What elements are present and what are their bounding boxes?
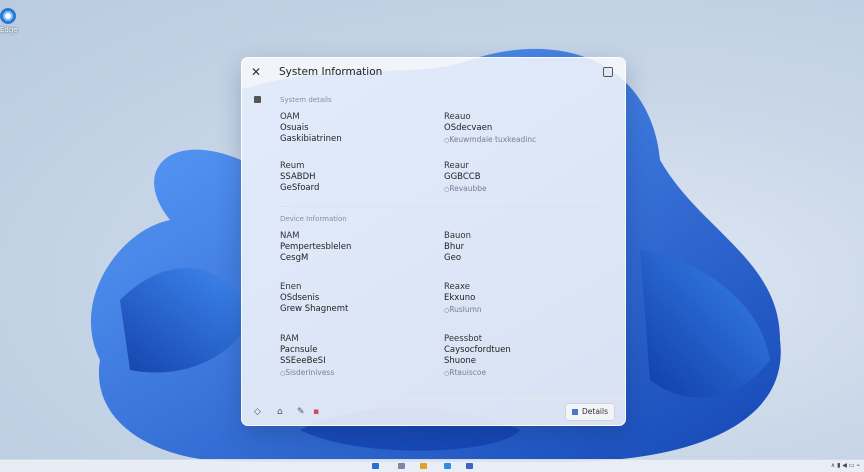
info-cell-4: Reaur GGBCCB Revaubbe [444, 161, 487, 195]
info-cell-2: Reauo OSdecvaen Keuwmdaie tuxkeadinc [444, 112, 536, 146]
section-divider [280, 206, 607, 207]
title-bar: ✕ System Information [242, 58, 625, 89]
window-footer: ◇ ⌂ ✎ ▪ Details [242, 398, 625, 425]
section-label-device: Device Information [280, 215, 347, 223]
home-icon[interactable]: ⌂ [277, 407, 283, 417]
info-cell-6: Bauon Bhur Geo [444, 231, 472, 263]
info-cell-5: NAM Pempertesblelen CesgM [280, 231, 352, 263]
flag-icon[interactable]: ▪ [313, 407, 319, 417]
taskbar-store-icon[interactable] [466, 463, 473, 469]
details-button[interactable]: Details [564, 403, 615, 421]
pen-icon[interactable]: ✎ [297, 407, 305, 417]
settings-icon[interactable] [603, 67, 613, 77]
info-cell-1: OAM Osuais Gaskibiatrinen [280, 112, 342, 144]
diamond-icon[interactable]: ◇ [254, 407, 261, 417]
system-information-window: ✕ System Information System details OAM … [241, 57, 626, 426]
taskbar-edge-icon[interactable] [444, 463, 451, 469]
edge-icon [0, 8, 16, 24]
taskbar-start-icon[interactable] [372, 463, 379, 469]
document-icon [254, 96, 261, 103]
info-cell-7: Enen OSdsenis Grew Shagnemt [280, 282, 349, 314]
info-cell-3: Reum SSABDH GeSfoard [280, 161, 320, 193]
details-button-label: Details [581, 407, 608, 416]
taskbar-files-icon[interactable] [420, 463, 427, 469]
desktop-icon-label: Edge [0, 26, 18, 34]
section-label-system: System details [280, 96, 332, 104]
details-icon [571, 409, 578, 415]
taskbar-search-icon[interactable] [398, 463, 405, 469]
window-title: System Information [279, 66, 383, 78]
info-cell-10: Peessbot Caysocfordtuen Shuone Rtauiscoe [444, 334, 511, 379]
close-icon[interactable]: ✕ [251, 65, 261, 79]
taskbar: ∧ ▮ ◀ ▭ ⌁ [0, 459, 864, 472]
info-cell-8: Reaxe Ekxuno Ruslumn [444, 282, 482, 316]
info-cell-9: RAM Pacnsule SSEeeBeSI Sisderinivess [280, 334, 334, 379]
desktop-edge-icon[interactable]: Edge [0, 8, 24, 42]
system-tray[interactable]: ∧ ▮ ◀ ▭ ⌁ [831, 462, 860, 469]
